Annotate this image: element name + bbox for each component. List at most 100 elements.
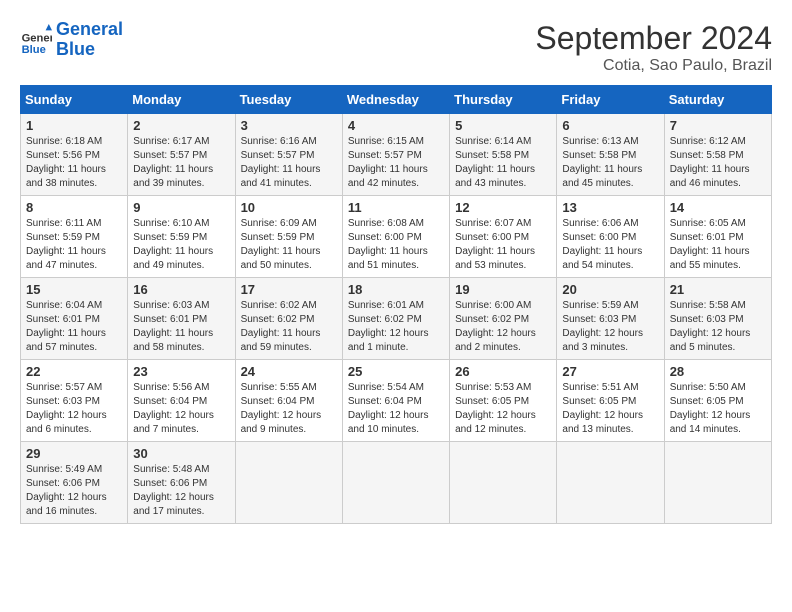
column-header-tuesday: Tuesday xyxy=(235,86,342,114)
calendar-week-row: 8 Sunrise: 6:11 AM Sunset: 5:59 PM Daylig… xyxy=(21,196,772,278)
day-info: Sunrise: 6:14 AM Sunset: 5:58 PM Dayligh… xyxy=(455,135,551,191)
day-info: Sunrise: 5:57 AM Sunset: 6:03 PM Dayligh… xyxy=(26,381,122,437)
calendar-header-row: SundayMondayTuesdayWednesdayThursdayFrid… xyxy=(21,86,772,114)
day-number: 19 xyxy=(455,282,551,297)
calendar-cell: 18 Sunrise: 6:01 AM Sunset: 6:02 PM Dayli… xyxy=(342,278,449,360)
day-info: Sunrise: 5:53 AM Sunset: 6:05 PM Dayligh… xyxy=(455,381,551,437)
day-number: 29 xyxy=(26,446,122,461)
month-title: September 2024 xyxy=(535,20,772,57)
calendar-cell xyxy=(557,442,664,524)
day-number: 10 xyxy=(241,200,337,215)
calendar-cell: 2 Sunrise: 6:17 AM Sunset: 5:57 PM Daylig… xyxy=(128,114,235,196)
day-info: Sunrise: 5:55 AM Sunset: 6:04 PM Dayligh… xyxy=(241,381,337,437)
calendar-cell: 27Sunrise: 5:51 AM Sunset: 6:05 PM Dayli… xyxy=(557,360,664,442)
calendar-week-row: 15 Sunrise: 6:04 AM Sunset: 6:01 PM Dayli… xyxy=(21,278,772,360)
day-info: Sunrise: 6:16 AM Sunset: 5:57 PM Dayligh… xyxy=(241,135,337,191)
calendar-cell: 12 Sunrise: 6:07 AM Sunset: 6:00 PM Dayli… xyxy=(450,196,557,278)
calendar-cell: 9Sunrise: 6:10 AM Sunset: 5:59 PM Daylig… xyxy=(128,196,235,278)
calendar-cell: 19 Sunrise: 6:00 AM Sunset: 6:02 PM Dayli… xyxy=(450,278,557,360)
calendar-cell: 16 Sunrise: 6:03 AM Sunset: 6:01 PM Dayli… xyxy=(128,278,235,360)
calendar-week-row: 29 Sunrise: 5:49 AM Sunset: 6:06 PM Dayli… xyxy=(21,442,772,524)
calendar-cell: 24Sunrise: 5:55 AM Sunset: 6:04 PM Dayli… xyxy=(235,360,342,442)
day-info: Sunrise: 6:11 AM Sunset: 5:59 PM Dayligh… xyxy=(26,217,122,273)
day-number: 26 xyxy=(455,364,551,379)
calendar-cell: 28Sunrise: 5:50 AM Sunset: 6:05 PM Dayli… xyxy=(664,360,771,442)
calendar-cell: 15 Sunrise: 6:04 AM Sunset: 6:01 PM Dayli… xyxy=(21,278,128,360)
column-header-wednesday: Wednesday xyxy=(342,86,449,114)
day-number: 15 xyxy=(26,282,122,297)
day-number: 23 xyxy=(133,364,229,379)
day-number: 4 xyxy=(348,118,444,133)
day-number: 16 xyxy=(133,282,229,297)
calendar-cell: 22 Sunrise: 5:57 AM Sunset: 6:03 PM Dayli… xyxy=(21,360,128,442)
day-number: 5 xyxy=(455,118,551,133)
day-number: 21 xyxy=(670,282,766,297)
calendar-cell: 14Sunrise: 6:05 AM Sunset: 6:01 PM Dayli… xyxy=(664,196,771,278)
day-info: Sunrise: 6:18 AM Sunset: 5:56 PM Dayligh… xyxy=(26,135,122,191)
day-info: Sunrise: 6:17 AM Sunset: 5:57 PM Dayligh… xyxy=(133,135,229,191)
day-number: 1 xyxy=(26,118,122,133)
calendar-cell: 6 Sunrise: 6:13 AM Sunset: 5:58 PM Daylig… xyxy=(557,114,664,196)
day-number: 13 xyxy=(562,200,658,215)
day-number: 27 xyxy=(562,364,658,379)
page-header: General Blue General Blue September 2024… xyxy=(20,20,772,75)
logo-text-blue: Blue xyxy=(56,39,95,59)
day-info: Sunrise: 5:56 AM Sunset: 6:04 PM Dayligh… xyxy=(133,381,229,437)
day-info: Sunrise: 6:04 AM Sunset: 6:01 PM Dayligh… xyxy=(26,299,122,355)
day-info: Sunrise: 6:12 AM Sunset: 5:58 PM Dayligh… xyxy=(670,135,766,191)
day-number: 18 xyxy=(348,282,444,297)
location-subtitle: Cotia, Sao Paulo, Brazil xyxy=(535,57,772,75)
column-header-saturday: Saturday xyxy=(664,86,771,114)
day-number: 9 xyxy=(133,200,229,215)
calendar-cell: 5 Sunrise: 6:14 AM Sunset: 5:58 PM Daylig… xyxy=(450,114,557,196)
calendar-cell: 26 Sunrise: 5:53 AM Sunset: 6:05 PM Dayli… xyxy=(450,360,557,442)
day-info: Sunrise: 6:00 AM Sunset: 6:02 PM Dayligh… xyxy=(455,299,551,355)
calendar-cell xyxy=(450,442,557,524)
day-info: Sunrise: 6:15 AM Sunset: 5:57 PM Dayligh… xyxy=(348,135,444,191)
day-info: Sunrise: 5:54 AM Sunset: 6:04 PM Dayligh… xyxy=(348,381,444,437)
column-header-thursday: Thursday xyxy=(450,86,557,114)
day-info: Sunrise: 5:49 AM Sunset: 6:06 PM Dayligh… xyxy=(26,463,122,519)
column-header-monday: Monday xyxy=(128,86,235,114)
day-info: Sunrise: 6:13 AM Sunset: 5:58 PM Dayligh… xyxy=(562,135,658,191)
calendar-cell: 3 Sunrise: 6:16 AM Sunset: 5:57 PM Daylig… xyxy=(235,114,342,196)
calendar-cell: 10 Sunrise: 6:09 AM Sunset: 5:59 PM Dayli… xyxy=(235,196,342,278)
calendar-cell: 1 Sunrise: 6:18 AM Sunset: 5:56 PM Daylig… xyxy=(21,114,128,196)
calendar-cell xyxy=(664,442,771,524)
svg-text:General: General xyxy=(22,32,52,44)
day-info: Sunrise: 5:48 AM Sunset: 6:06 PM Dayligh… xyxy=(133,463,229,519)
day-number: 28 xyxy=(670,364,766,379)
day-info: Sunrise: 6:09 AM Sunset: 5:59 PM Dayligh… xyxy=(241,217,337,273)
column-header-sunday: Sunday xyxy=(21,86,128,114)
day-number: 20 xyxy=(562,282,658,297)
logo-text-general: General xyxy=(56,19,123,39)
day-number: 11 xyxy=(348,200,444,215)
calendar-cell: 30 Sunrise: 5:48 AM Sunset: 6:06 PM Dayli… xyxy=(128,442,235,524)
day-number: 6 xyxy=(562,118,658,133)
day-info: Sunrise: 6:03 AM Sunset: 6:01 PM Dayligh… xyxy=(133,299,229,355)
calendar-cell: 25 Sunrise: 5:54 AM Sunset: 6:04 PM Dayli… xyxy=(342,360,449,442)
day-info: Sunrise: 5:58 AM Sunset: 6:03 PM Dayligh… xyxy=(670,299,766,355)
calendar-cell: 7 Sunrise: 6:12 AM Sunset: 5:58 PM Daylig… xyxy=(664,114,771,196)
day-number: 2 xyxy=(133,118,229,133)
calendar-week-row: 22 Sunrise: 5:57 AM Sunset: 6:03 PM Dayli… xyxy=(21,360,772,442)
day-number: 30 xyxy=(133,446,229,461)
day-info: Sunrise: 6:07 AM Sunset: 6:00 PM Dayligh… xyxy=(455,217,551,273)
day-number: 25 xyxy=(348,364,444,379)
calendar-cell: 11 Sunrise: 6:08 AM Sunset: 6:00 PM Dayli… xyxy=(342,196,449,278)
day-info: Sunrise: 6:01 AM Sunset: 6:02 PM Dayligh… xyxy=(348,299,444,355)
logo: General Blue General Blue xyxy=(20,20,123,60)
calendar-cell: 8 Sunrise: 6:11 AM Sunset: 5:59 PM Daylig… xyxy=(21,196,128,278)
day-info: Sunrise: 5:59 AM Sunset: 6:03 PM Dayligh… xyxy=(562,299,658,355)
day-number: 3 xyxy=(241,118,337,133)
day-number: 7 xyxy=(670,118,766,133)
day-number: 12 xyxy=(455,200,551,215)
day-info: Sunrise: 6:08 AM Sunset: 6:00 PM Dayligh… xyxy=(348,217,444,273)
calendar-cell: 29 Sunrise: 5:49 AM Sunset: 6:06 PM Dayli… xyxy=(21,442,128,524)
day-number: 8 xyxy=(26,200,122,215)
calendar-cell: 4 Sunrise: 6:15 AM Sunset: 5:57 PM Daylig… xyxy=(342,114,449,196)
calendar-cell xyxy=(235,442,342,524)
day-number: 22 xyxy=(26,364,122,379)
calendar-cell xyxy=(342,442,449,524)
logo-icon: General Blue xyxy=(20,24,52,56)
